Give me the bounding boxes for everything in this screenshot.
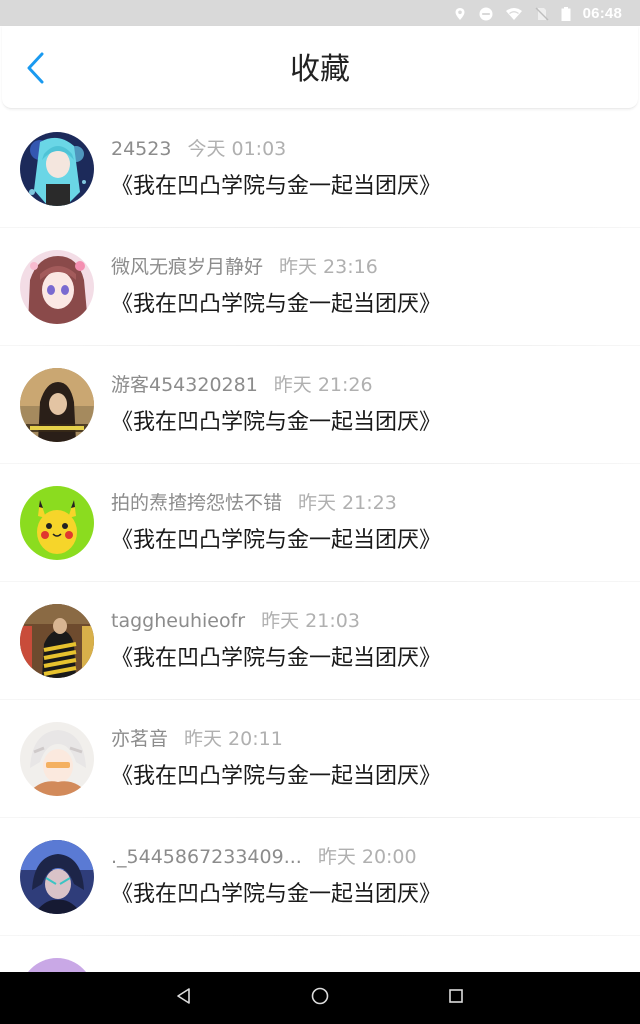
avatar[interactable]: [20, 840, 94, 914]
no-sim-icon: [535, 6, 549, 21]
item-meta: taggheuhieofr 昨天 21:03: [111, 608, 360, 634]
list-item[interactable]: ._5445867233409... 昨天 20:00 《我在凹凸学院与金一起当团…: [0, 818, 640, 936]
list-item[interactable]: 亦茗音 昨天 20:11 《我在凹凸学院与金一起当团厌》: [0, 700, 640, 818]
nav-recents-button[interactable]: [444, 986, 468, 1010]
avatar[interactable]: [20, 250, 94, 324]
nav-back-button[interactable]: [172, 986, 196, 1010]
page-title: 收藏: [290, 52, 350, 87]
avatar[interactable]: [20, 368, 94, 442]
wifi-icon: [505, 6, 523, 20]
favorite-title[interactable]: 《我在凹凸学院与金一起当团厌》: [111, 408, 441, 438]
list-item[interactable]: 拍的焘揸挎怨怯不错 昨天 21:23 《我在凹凸学院与金一起当团厌》: [0, 464, 640, 582]
favorites-screen: 06:48 收藏 24523 今天 01:03 《我在凹凸学院与金一起当团厌》 …: [0, 0, 640, 1024]
list-item[interactable]: 24523 今天 01:03 《我在凹凸学院与金一起当团厌》: [0, 110, 640, 228]
item-meta: 亦茗音 昨天 20:11: [111, 726, 283, 752]
timestamp: 今天 01:03: [187, 138, 287, 160]
clock: 06:48: [582, 4, 622, 22]
favorite-title[interactable]: 《我在凹凸学院与金一起当团厌》: [111, 172, 441, 202]
status-bar: 06:48: [0, 0, 640, 26]
list-item[interactable]: [0, 936, 640, 972]
nav-home-button[interactable]: [308, 986, 332, 1010]
username[interactable]: 游客454320281: [111, 374, 258, 396]
avatar[interactable]: [20, 486, 94, 560]
avatar[interactable]: [20, 722, 94, 796]
location-icon: [453, 6, 467, 20]
timestamp: 昨天 20:00: [317, 846, 417, 868]
timestamp: 昨天 21:03: [261, 610, 360, 632]
username[interactable]: 亦茗音: [111, 728, 168, 750]
list-item[interactable]: taggheuhieofr 昨天 21:03 《我在凹凸学院与金一起当团厌》: [0, 582, 640, 700]
avatar[interactable]: [20, 132, 94, 206]
favorite-title[interactable]: 《我在凹凸学院与金一起当团厌》: [111, 290, 441, 320]
timestamp: 昨天 20:11: [184, 728, 283, 750]
item-meta: 微风无痕岁月静好 昨天 23:16: [111, 254, 378, 280]
item-meta: 24523 今天 01:03: [111, 136, 286, 162]
list-item[interactable]: 游客454320281 昨天 21:26 《我在凹凸学院与金一起当团厌》: [0, 346, 640, 464]
username[interactable]: taggheuhieofr: [111, 610, 245, 632]
battery-icon: [561, 6, 571, 21]
timestamp: 昨天 21:26: [273, 374, 373, 396]
do-not-disturb-icon: [479, 6, 493, 21]
recents-square-icon: [446, 986, 466, 1010]
system-nav-bar: [0, 972, 640, 1024]
username[interactable]: ._5445867233409...: [111, 846, 302, 868]
home-circle-icon: [310, 986, 330, 1010]
avatar[interactable]: [20, 604, 94, 678]
username[interactable]: 拍的焘揸挎怨怯不错: [111, 492, 282, 514]
favorite-title[interactable]: 《我在凹凸学院与金一起当团厌》: [111, 762, 441, 792]
timestamp: 昨天 23:16: [279, 256, 378, 278]
timestamp: 昨天 21:23: [298, 492, 397, 514]
favorite-title[interactable]: 《我在凹凸学院与金一起当团厌》: [111, 526, 441, 556]
favorites-list: 24523 今天 01:03 《我在凹凸学院与金一起当团厌》 微风无痕岁月静好 …: [0, 110, 640, 972]
list-item[interactable]: 微风无痕岁月静好 昨天 23:16 《我在凹凸学院与金一起当团厌》: [0, 228, 640, 346]
favorite-title[interactable]: 《我在凹凸学院与金一起当团厌》: [111, 880, 441, 910]
avatar[interactable]: [20, 958, 94, 972]
username[interactable]: 24523: [111, 138, 171, 160]
username[interactable]: 微风无痕岁月静好: [111, 256, 263, 278]
back-triangle-icon: [174, 986, 194, 1010]
app-header: 收藏: [2, 26, 638, 109]
item-meta: 游客454320281 昨天 21:26: [111, 372, 373, 398]
item-meta: ._5445867233409... 昨天 20:00: [111, 844, 417, 870]
item-meta: 拍的焘揸挎怨怯不错 昨天 21:23: [111, 490, 397, 516]
favorite-title[interactable]: 《我在凹凸学院与金一起当团厌》: [111, 644, 441, 674]
